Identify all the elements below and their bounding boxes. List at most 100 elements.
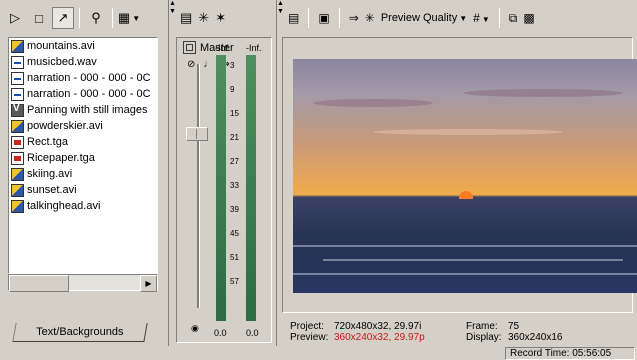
views-icon[interactable]: ▦ ▼ <box>118 7 140 29</box>
meter-right-peak: -Inf. <box>246 43 262 53</box>
scroll-right-icon[interactable]: ▶ <box>140 275 157 292</box>
solo-icon[interactable]: ♩ <box>203 59 213 70</box>
file-name: mountains.avi <box>27 40 95 52</box>
list-item[interactable]: sunset.avi <box>9 182 157 198</box>
lock-icon[interactable]: ◉ <box>191 323 199 334</box>
tab-label: Text/Backgrounds <box>36 326 124 338</box>
sun <box>459 191 473 199</box>
meter-scale-tick: 21 <box>230 133 239 142</box>
toolbar-separator <box>338 8 340 28</box>
list-item[interactable]: powderskier.avi <box>9 118 157 134</box>
horizontal-scrollbar[interactable]: ▶ <box>8 274 158 292</box>
preview-label: Preview: <box>290 332 329 343</box>
properties-icon[interactable]: ▤ <box>180 10 192 26</box>
preview-info: Project: 720x480x32, 29.97i Preview: 360… <box>282 313 633 346</box>
preview-toolbar: ▤ ▣ ⇒ ✳ Preview Quality ▼ # ▼ ⧉ ▩ <box>282 0 637 36</box>
file-list: mountains.avi musicbed.wav narration - 000… <box>8 37 158 274</box>
list-item[interactable]: mountains.avi <box>9 38 157 54</box>
tab-text-backgrounds[interactable]: Text/Backgrounds <box>12 323 148 342</box>
list-item[interactable]: talkinghead.avi <box>9 198 157 214</box>
save-snapshot-icon[interactable]: ▩ <box>523 11 534 25</box>
meter-scale-tick: 9 <box>230 85 235 94</box>
project-value: 720x480x32, 29.97i <box>334 321 422 332</box>
wav-file-icon <box>11 71 24 85</box>
meter-scale-tick: 33 <box>230 181 239 190</box>
explorer-toolbar: ▷ □ ↗ ⚲ ▦ ▼ <box>0 0 168 36</box>
stop-icon[interactable]: □ <box>28 7 50 29</box>
meter-scale: 3 9 15 21 27 33 39 45 51 57 <box>226 55 246 321</box>
file-name: sunset.avi <box>27 184 77 196</box>
list-item[interactable]: skiing.avi <box>9 166 157 182</box>
meter-scale-tick: 45 <box>230 229 239 238</box>
preview-quality-label: Preview Quality <box>380 12 458 24</box>
file-name: Panning with still images <box>27 104 148 116</box>
list-item[interactable]: Rect.tga <box>9 134 157 150</box>
mixer-pane: ▤ ✳ ✶ Master ⊘ ♩ ⇒ -Inf. -Inf. 391521273… <box>174 0 276 346</box>
list-item[interactable]: Ricepaper.tga <box>9 150 157 166</box>
preview-on-external-icon[interactable]: ▣ <box>318 11 329 25</box>
meter-left-value: 0.0 <box>214 328 227 338</box>
meter-scale-tick: 39 <box>230 205 239 214</box>
toolbar-separator <box>112 8 113 28</box>
preview-quality-dropdown[interactable]: Preview Quality ▼ <box>381 12 467 24</box>
preview-frame <box>282 37 637 313</box>
file-name: talkinghead.avi <box>27 200 101 212</box>
wav-file-icon <box>11 55 24 69</box>
search-icon[interactable]: ⚲ <box>85 7 107 29</box>
file-name: narration - 000 - 000 - 0C <box>27 72 151 84</box>
master-bus-icon[interactable] <box>183 41 196 54</box>
split-screen-icon[interactable]: ⇒ <box>349 11 359 25</box>
volume-fader-thumb[interactable] <box>186 127 208 141</box>
avi-file-icon <box>11 183 24 197</box>
video-preview-pane: ▤ ▣ ⇒ ✳ Preview Quality ▼ # ▼ ⧉ ▩ Project… <box>282 0 637 346</box>
project-label: Project: <box>290 321 324 332</box>
play-icon[interactable]: ▷ <box>4 7 26 29</box>
file-name: musicbed.wav <box>27 56 97 68</box>
auto-preview-icon[interactable]: ↗ <box>52 7 74 29</box>
meter-scale-tick: 51 <box>230 253 239 262</box>
mixer-toolbar: ▤ ✳ ✶ <box>174 0 276 36</box>
tga-file-icon <box>11 151 24 165</box>
meter-scale-tick: 3 <box>230 61 235 70</box>
avi-file-icon <box>11 199 24 213</box>
wave <box>323 259 623 261</box>
toolbar-separator <box>79 8 80 28</box>
properties-icon[interactable]: ▤ <box>288 11 299 25</box>
display-label: Display: <box>466 332 502 343</box>
volume-fader-track[interactable] <box>197 64 200 308</box>
chevron-down-icon: ▼ <box>132 13 141 23</box>
toolbar-separator <box>308 8 310 28</box>
avi-file-icon <box>11 39 24 53</box>
chevron-down-icon: ▼ <box>481 15 490 24</box>
list-item[interactable]: musicbed.wav <box>9 54 157 70</box>
mute-icon[interactable]: ⊘ <box>187 59 195 70</box>
wave <box>293 245 637 247</box>
avi-file-icon <box>11 167 24 181</box>
list-item[interactable]: narration - 000 - 000 - 0C <box>9 86 157 102</box>
video-fx-icon[interactable]: ✳ <box>365 11 375 25</box>
cloud <box>313 99 433 107</box>
frame-value: 75 <box>508 321 520 332</box>
list-item[interactable]: narration - 000 - 000 - 0C <box>9 70 157 86</box>
chevron-down-icon: ▼ <box>459 13 468 23</box>
insert-fx-icon[interactable]: ✳ <box>198 10 209 26</box>
preview-image-sunset <box>293 59 637 293</box>
status-bar: Record Time: 05:56:05 <box>0 346 637 360</box>
file-name: narration - 000 - 000 - 0C <box>27 88 151 100</box>
file-name: skiing.avi <box>27 168 73 180</box>
file-name: powderskier.avi <box>27 120 103 132</box>
avi-file-icon <box>11 119 24 133</box>
scrollbar-thumb[interactable] <box>9 275 69 292</box>
overlays-icon[interactable]: # ▼ <box>473 11 490 25</box>
copy-snapshot-icon[interactable]: ⧉ <box>509 11 518 26</box>
bus-icon[interactable]: ✶ <box>215 10 226 26</box>
veg-file-icon <box>11 103 24 117</box>
explorer-pane: ▷ □ ↗ ⚲ ▦ ▼ mountains.avi musicbed.wav narr… <box>0 0 168 346</box>
meter-scale-tick: 57 <box>230 277 239 286</box>
wave <box>293 273 637 275</box>
list-item[interactable]: Panning with still images <box>9 102 157 118</box>
meter-right-value: 0.0 <box>246 328 259 338</box>
meter-left <box>216 55 226 321</box>
record-time: Record Time: 05:56:05 <box>505 347 635 360</box>
file-name: Ricepaper.tga <box>27 152 95 164</box>
